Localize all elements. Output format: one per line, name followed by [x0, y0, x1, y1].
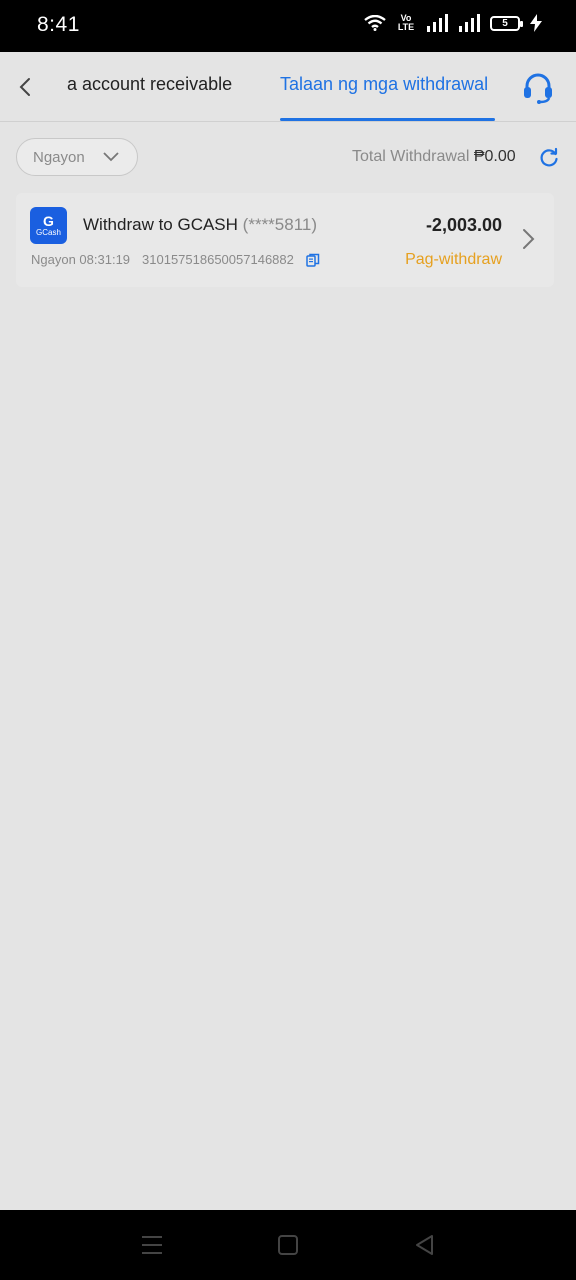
- menu-icon[interactable]: [139, 1232, 165, 1258]
- charging-icon: [530, 14, 542, 32]
- filter-row: Ngayon Total Withdrawal ₱0.00: [0, 138, 576, 176]
- date-filter-value: Ngayon: [33, 148, 85, 166]
- signal-icon-2: [459, 14, 480, 32]
- status-icons: Vo LTE 5: [364, 14, 542, 32]
- chevron-left-icon: [19, 78, 30, 96]
- transaction-amount: -2,003.00: [425, 215, 502, 235]
- customer-support-button[interactable]: [518, 68, 558, 108]
- headset-icon: [524, 73, 552, 104]
- battery-level: 5: [502, 17, 508, 29]
- tab-account-receivable[interactable]: a account receivable: [67, 74, 232, 95]
- chevron-right-icon: [523, 229, 535, 249]
- header: a account receivable Talaan ng mga withd…: [0, 52, 576, 122]
- gcash-logo-word: GCash: [36, 227, 61, 237]
- back-triangle-icon[interactable]: [412, 1232, 438, 1258]
- home-square-icon[interactable]: [275, 1232, 301, 1258]
- active-tab-indicator: [280, 118, 495, 121]
- total-withdrawal-label: Total Withdrawal: [352, 148, 470, 165]
- back-button[interactable]: [10, 72, 40, 102]
- transaction-datetime: Ngayon 08:31:19: [31, 252, 131, 267]
- transaction-reference: 310157518650057146882: [142, 252, 294, 267]
- date-filter-dropdown[interactable]: Ngayon: [16, 138, 138, 176]
- gcash-logo-letter: G: [43, 212, 54, 229]
- battery-icon: 5: [490, 15, 523, 31]
- chevron-down-icon: [103, 152, 119, 162]
- signal-icon: [427, 14, 448, 32]
- transaction-account-mask: (****5811): [242, 215, 318, 234]
- copy-icon[interactable]: [306, 253, 320, 267]
- transaction-row[interactable]: G GCash Withdraw to GCASH (****5811) -2,…: [16, 193, 554, 287]
- total-withdrawal: Total Withdrawal ₱0.00: [352, 148, 516, 166]
- transaction-title: Withdraw to GCASH (****5811): [83, 215, 317, 235]
- tab-withdrawal-records[interactable]: Talaan ng mga withdrawal: [280, 74, 488, 95]
- refresh-icon[interactable]: [538, 147, 560, 169]
- system-nav-bar: [0, 1210, 576, 1280]
- total-withdrawal-amount: ₱0.00: [473, 148, 516, 165]
- volte-icon: Vo LTE: [397, 13, 415, 32]
- transaction-meta: Ngayon 08:31:19 310157518650057146882: [31, 252, 320, 267]
- gcash-logo: G GCash: [30, 207, 67, 244]
- transaction-status: Pag-withdraw: [405, 251, 502, 268]
- transaction-method: Withdraw to GCASH: [83, 215, 238, 234]
- status-bar: 8:41 Vo LTE 5: [0, 0, 576, 52]
- status-time: 8:41: [37, 13, 80, 36]
- wifi-icon: [364, 15, 386, 31]
